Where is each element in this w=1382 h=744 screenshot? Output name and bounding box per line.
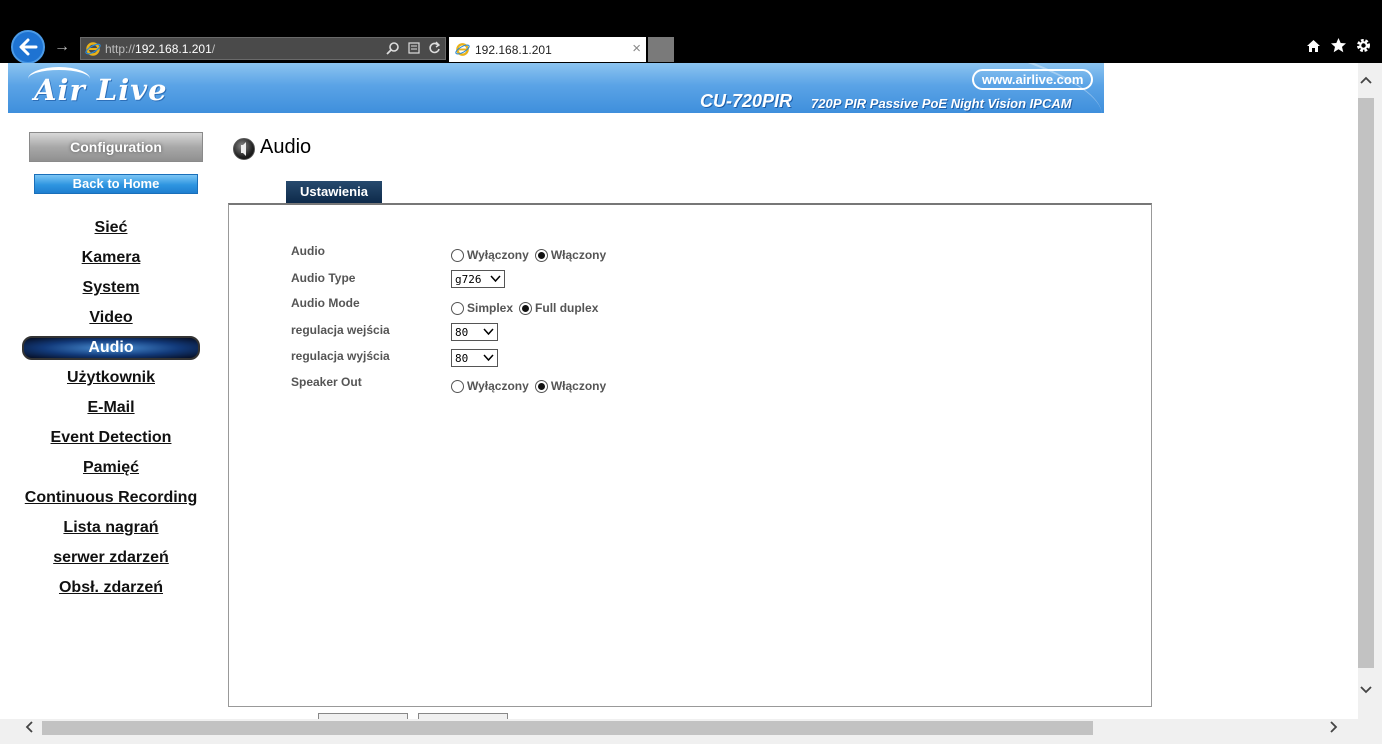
speaker-out-radio-group: Wyłączony Włączony: [451, 379, 612, 393]
output-gain-value: 80: [455, 351, 469, 365]
web-page: Air Live www.airlive.com CU-720PIR 720P …: [8, 63, 1358, 719]
back-button[interactable]: [11, 30, 45, 64]
audio-on-label: Włączony: [550, 248, 607, 262]
sidebar-item-siec[interactable]: Sieć: [8, 216, 214, 240]
airlive-logo: Air Live: [34, 73, 168, 107]
output-gain-control: 80: [451, 349, 498, 367]
vertical-scroll-thumb[interactable]: [1358, 98, 1374, 668]
browser-toolbar-icons: [1305, 37, 1372, 54]
forward-button[interactable]: →: [54, 37, 72, 57]
ie-logo-icon: [455, 43, 470, 56]
model-description: 720P PIR Passive PoE Night Vision IPCAM: [811, 96, 1072, 111]
home-icon[interactable]: [1305, 37, 1322, 54]
output-gain-select[interactable]: 80: [451, 349, 498, 367]
chevron-left-icon[interactable]: [24, 719, 34, 735]
audio-off-label: Wyłączony: [467, 248, 529, 262]
tab-ustawienia[interactable]: Ustawienia: [286, 181, 382, 203]
gear-icon[interactable]: [1355, 37, 1372, 54]
speaker-off-radio[interactable]: [451, 379, 464, 393]
back-arrow-icon: [19, 38, 38, 56]
speaker-on-radio[interactable]: [534, 379, 548, 393]
address-bar[interactable]: http://192.168.1.201/: [80, 37, 446, 60]
sidebar-item-email[interactable]: E-Mail: [8, 396, 214, 420]
browser-chrome: → http://192.168.1.201/ 192.168.1.201 ×: [0, 0, 1382, 64]
sidebar-item-serwer-zdarzen[interactable]: serwer zdarzeń: [8, 546, 214, 570]
output-gain-label: regulacja wyjścia: [291, 349, 390, 363]
chevron-down-icon: [490, 275, 501, 283]
page-title: Audio: [260, 136, 312, 158]
site-link[interactable]: www.airlive.com: [972, 69, 1094, 90]
header-banner: Air Live www.airlive.com CU-720PIR 720P …: [8, 63, 1104, 113]
full-duplex-label: Full duplex: [535, 301, 599, 315]
sidebar-item-kamera[interactable]: Kamera: [8, 246, 214, 270]
audio-type-value: g726: [455, 272, 482, 286]
audio-on-radio[interactable]: [534, 248, 548, 262]
configuration-button[interactable]: Configuration: [29, 132, 203, 162]
vertical-scrollbar[interactable]: [1358, 63, 1382, 719]
audio-label: Audio: [291, 244, 325, 258]
input-gain-select[interactable]: 80: [451, 323, 498, 341]
simplex-radio[interactable]: [451, 301, 464, 315]
chevron-down-icon: [483, 328, 494, 336]
sidebar-item-obsl-zdarzen[interactable]: Obsł. zdarzeń: [8, 576, 214, 600]
full-duplex-radio[interactable]: [519, 301, 533, 315]
speaker-on-label: Włączony: [550, 379, 607, 393]
input-gain-control: 80: [451, 323, 498, 341]
sidebar-item-pamiec[interactable]: Pamięć: [8, 456, 214, 480]
chevron-down-icon: [483, 354, 494, 362]
ie-logo-icon: [85, 41, 101, 56]
input-gain-value: 80: [455, 325, 469, 339]
speaker-off-label: Wyłączony: [467, 379, 529, 393]
chevron-right-icon[interactable]: [1329, 719, 1339, 735]
audio-mode-radio-group: Simplex Full duplex: [451, 301, 604, 315]
audio-section-icon: [233, 138, 255, 160]
audio-type-control: g726: [451, 270, 505, 288]
address-tools: [386, 41, 441, 55]
chevron-up-icon[interactable]: [1359, 75, 1373, 85]
sidebar-item-system[interactable]: System: [8, 276, 214, 300]
chevron-down-icon[interactable]: [1359, 685, 1373, 695]
horizontal-scrollbar[interactable]: [0, 719, 1382, 744]
audio-type-label: Audio Type: [291, 271, 356, 285]
forward-arrow-icon: →: [54, 38, 70, 55]
compat-view-icon[interactable]: [408, 41, 420, 55]
sidebar-item-audio[interactable]: Audio: [22, 336, 200, 360]
close-icon[interactable]: ×: [632, 40, 641, 57]
browser-tab[interactable]: 192.168.1.201 ×: [449, 37, 646, 62]
search-icon[interactable]: [386, 41, 400, 55]
sidebar-item-event-detection[interactable]: Event Detection: [8, 426, 214, 450]
horizontal-scroll-thumb[interactable]: [42, 721, 1093, 735]
speaker-out-label: Speaker Out: [291, 375, 362, 389]
sidebar-item-lista-nagran[interactable]: Lista nagrań: [8, 516, 214, 540]
sidebar-item-video[interactable]: Video: [8, 306, 214, 330]
sidebar-item-continuous-recording[interactable]: Continuous Recording: [8, 486, 214, 510]
input-gain-label: regulacja wejścia: [291, 323, 390, 337]
simplex-label: Simplex: [467, 301, 514, 315]
audio-radio-group: Wyłączony Włączony: [451, 248, 612, 262]
speaker-icon: [241, 142, 246, 156]
audio-type-select[interactable]: g726: [451, 270, 505, 288]
audio-off-radio[interactable]: [451, 248, 464, 262]
new-tab-button[interactable]: [648, 37, 674, 62]
back-to-home-button[interactable]: Back to Home: [34, 174, 198, 194]
favorites-star-icon[interactable]: [1330, 37, 1347, 54]
address-url: http://192.168.1.201/: [105, 41, 216, 56]
audio-mode-label: Audio Mode: [291, 296, 360, 310]
tab-title: 192.168.1.201: [475, 42, 552, 57]
refresh-icon[interactable]: [428, 41, 441, 55]
settings-panel: Audio Wyłączony Włączony Audio Type g726…: [228, 203, 1152, 707]
model-name: CU-720PIR: [700, 91, 793, 111]
sidebar-item-uzytkownik[interactable]: Użytkownik: [8, 366, 214, 390]
